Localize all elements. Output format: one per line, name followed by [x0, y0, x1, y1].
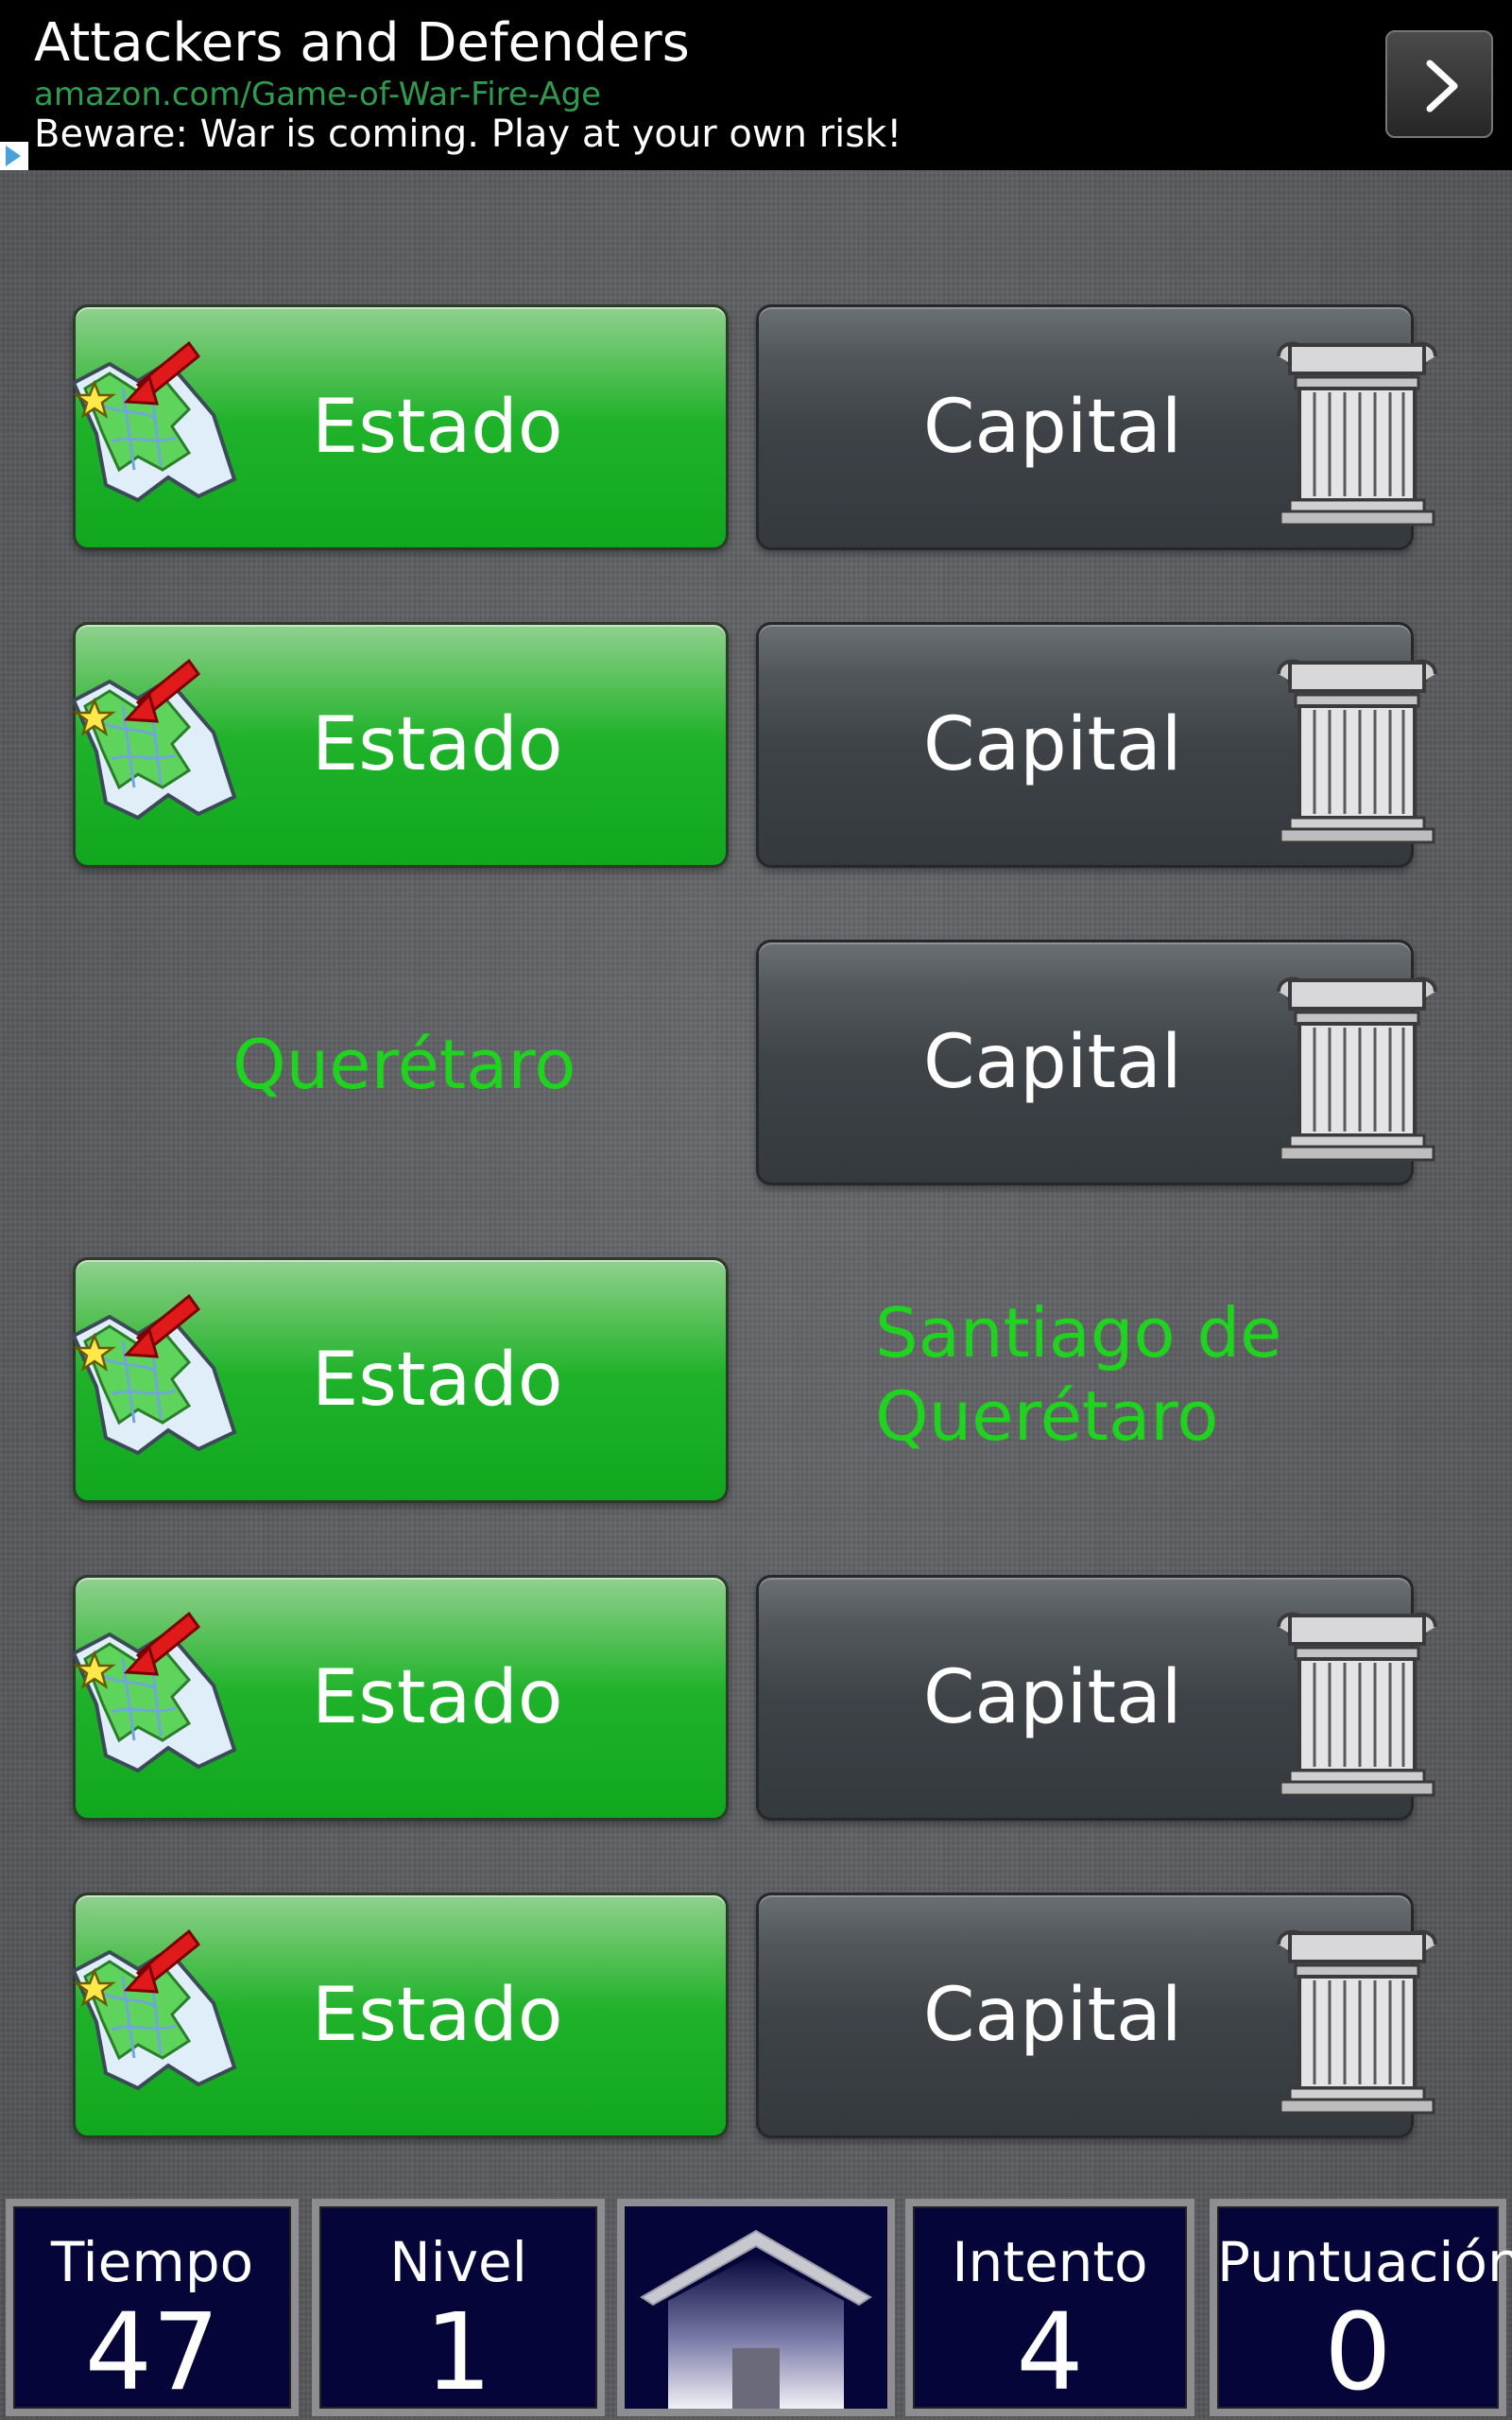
map-pin-icon	[47, 646, 251, 850]
map-pin-icon	[47, 1281, 251, 1485]
attempt-panel: Intento 4	[905, 2199, 1194, 2416]
time-label: Tiempo	[50, 2230, 254, 2294]
capital-button-1[interactable]: Capital	[756, 304, 1414, 550]
level-panel: Nivel 1	[312, 2199, 605, 2416]
score-panel: Puntuación 0	[1210, 2199, 1512, 2416]
capital-button-2[interactable]: Capital	[756, 622, 1414, 868]
score-value: 0	[1324, 2291, 1392, 2414]
state-button-label: Estado	[312, 1973, 563, 2058]
map-pin-icon	[47, 1599, 251, 1803]
revealed-state: Querétaro	[232, 1025, 576, 1104]
ad-url[interactable]: amazon.com/Game-of-War-Fire-Age	[34, 76, 601, 113]
ad-next-button[interactable]	[1385, 30, 1493, 138]
capital-button-label: Capital	[923, 1020, 1182, 1105]
revealed-capital: Santiago de Querétaro	[875, 1291, 1281, 1458]
chevron-right-icon	[1426, 60, 1458, 112]
capital-button-6[interactable]: Capital	[756, 1893, 1414, 2138]
ad-choices-icon[interactable]	[0, 142, 28, 170]
state-button-label: Estado	[312, 1655, 563, 1740]
ad-banner[interactable]: Attackers and Defenders amazon.com/Game-…	[0, 0, 1512, 170]
column-icon	[1269, 339, 1445, 528]
capital-button-label: Capital	[923, 1973, 1182, 2058]
state-button-6[interactable]: Estado	[73, 1893, 729, 2138]
attempt-label: Intento	[952, 2230, 1148, 2294]
status-bar: Tiempo 47 Nivel 1 Intento 4 Puntuación 0	[0, 2195, 1512, 2420]
time-panel: Tiempo 47	[6, 2199, 299, 2416]
capital-button-3[interactable]: Capital	[756, 940, 1414, 1185]
capital-button-5[interactable]: Capital	[756, 1575, 1414, 1821]
home-icon	[640, 2229, 872, 2409]
state-button-label: Estado	[312, 1338, 563, 1423]
state-button-4[interactable]: Estado	[73, 1257, 729, 1503]
state-button-label: Estado	[312, 702, 563, 787]
map-pin-icon	[47, 1916, 251, 2120]
capital-button-label: Capital	[923, 1655, 1182, 1740]
revealed-capital-line-1: Santiago de	[875, 1293, 1282, 1373]
home-button[interactable]	[617, 2199, 895, 2416]
column-icon	[1269, 1610, 1445, 1799]
state-button-label: Estado	[312, 385, 563, 470]
ad-text[interactable]: Beware: War is coming. Play at your own …	[34, 110, 902, 159]
level-value: 1	[424, 2291, 492, 2414]
score-label: Puntuación	[1217, 2230, 1512, 2294]
level-label: Nivel	[389, 2230, 527, 2294]
column-icon	[1269, 1927, 1445, 2117]
capital-button-label: Capital	[923, 702, 1182, 787]
revealed-capital-line-2: Querétaro	[875, 1376, 1219, 1456]
attempt-value: 4	[1016, 2291, 1084, 2414]
column-icon	[1269, 975, 1445, 1164]
state-button-5[interactable]: Estado	[73, 1575, 729, 1821]
column-icon	[1269, 657, 1445, 846]
map-pin-icon	[47, 328, 251, 532]
capital-button-label: Capital	[923, 385, 1182, 470]
state-button-2[interactable]: Estado	[73, 622, 729, 868]
state-button-1[interactable]: Estado	[73, 304, 729, 550]
ad-title[interactable]: Attackers and Defenders	[34, 11, 690, 76]
time-value: 47	[84, 2291, 220, 2414]
